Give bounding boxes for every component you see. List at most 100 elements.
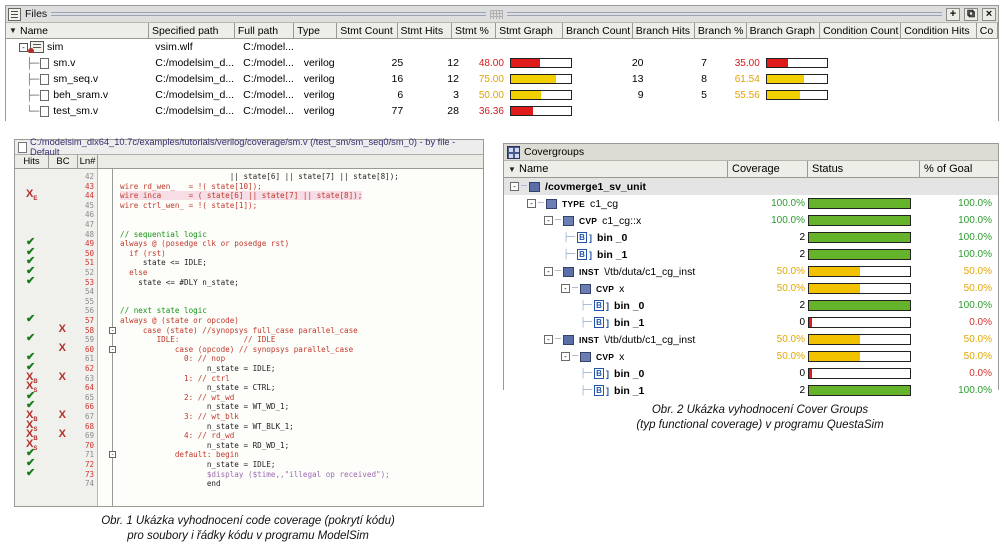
covergroup-row[interactable]: - ─ CVP c1_cg::x 100.0% 100.0% bbox=[504, 212, 998, 229]
files-column-type[interactable]: Type bbox=[294, 23, 338, 38]
code-fold-toggle[interactable]: - bbox=[109, 326, 116, 334]
code-fold-toggle[interactable]: - bbox=[109, 345, 116, 353]
table-row[interactable]: - sim vsim.wlf C:/model... bbox=[6, 39, 998, 55]
expand-collapse-toggle[interactable]: - bbox=[510, 182, 519, 191]
stmt-hits-cell: 3 bbox=[453, 89, 459, 101]
files-window: Files + ⧉ × ▼ Name Specified path Full path… bbox=[5, 5, 999, 121]
expand-collapse-toggle[interactable]: - bbox=[527, 199, 536, 208]
files-column-branch-graph[interactable]: Branch Graph bbox=[747, 23, 821, 38]
line-number: 71 bbox=[84, 450, 95, 460]
sort-descending-icon[interactable]: ▼ bbox=[9, 26, 20, 35]
file-icon bbox=[40, 73, 50, 85]
covergroup-name-cell[interactable]: ├─ B] bin _1 bbox=[504, 385, 728, 397]
covergroup-row[interactable]: ├─ B] bin _1 0 0.0% bbox=[504, 314, 998, 331]
specified-path-cell: C:/modelsim_d... bbox=[155, 105, 235, 117]
covergroup-name-cell[interactable]: - ─ INST \/tb/duta/c1_cg_inst bbox=[504, 266, 728, 278]
table-row[interactable]: └─ test_sm.v C:/modelsim_d... C:/model... ve… bbox=[6, 103, 998, 119]
close-button[interactable]: × bbox=[982, 7, 997, 21]
caption-figure-2-line-2: (typ functional coverage) v programu Que… bbox=[636, 419, 884, 431]
source-code-area[interactable]: || state[6] || state[7] || state[8]); wir… bbox=[98, 169, 483, 506]
progress-bar bbox=[509, 74, 572, 84]
covergroup-name-cell[interactable]: - ─ CVP x bbox=[504, 351, 728, 363]
covergroup-row[interactable]: - ─ TYPE c1_cg 100.0% 100.0% bbox=[504, 195, 998, 212]
column-bc[interactable]: BC bbox=[49, 155, 78, 168]
file-name-cell[interactable]: ├─ sm.v bbox=[6, 57, 152, 70]
covergroup-row[interactable]: - ─ CVP x 50.0% 50.0% bbox=[504, 280, 998, 297]
statement-covered-check-icon: ✔ bbox=[26, 313, 36, 325]
covergroup-name-cell[interactable]: ├─ B] bin _0 bbox=[504, 368, 728, 380]
column-status[interactable]: Status bbox=[808, 161, 920, 177]
covergroup-row[interactable]: ├─ B] bin _1 2 100.0% bbox=[504, 246, 998, 263]
files-column-stmt-hits[interactable]: Stmt Hits bbox=[398, 23, 453, 38]
expand-collapse-toggle[interactable]: - bbox=[561, 352, 570, 361]
undock-button[interactable]: ⧉ bbox=[964, 7, 979, 21]
table-row[interactable]: ├─ beh_sram.v C:/modelsim_d... C:/model... v… bbox=[6, 87, 998, 103]
covergroup-name-cell[interactable]: - ─ CVP x bbox=[504, 283, 728, 295]
file-name-cell[interactable]: └─ test_sm.v bbox=[6, 105, 152, 118]
status-bar bbox=[808, 266, 911, 277]
files-column-condition-count[interactable]: Condition Count bbox=[820, 23, 902, 38]
files-column-branch-count[interactable]: Branch Count bbox=[563, 23, 633, 38]
titlebar-grip[interactable] bbox=[490, 9, 504, 19]
table-row[interactable]: ├─ sm.v C:/modelsim_d... C:/model... verilog… bbox=[6, 55, 998, 71]
tree-connector-line: ─ bbox=[572, 351, 579, 362]
covergroup-name-cell[interactable]: - ─ INST \/tb/dutb/c1_cg_inst bbox=[504, 334, 728, 346]
type-cell: verilog bbox=[303, 105, 335, 117]
bin-icon: B bbox=[594, 368, 605, 379]
files-column-specified-path[interactable]: Specified path bbox=[149, 23, 235, 38]
covergroup-kind-prefix: TYPE bbox=[562, 198, 586, 209]
branch-percent-cell: 55.56 bbox=[734, 89, 760, 101]
column-name[interactable]: ▼ Name bbox=[504, 161, 728, 177]
files-column-stmt-graph[interactable]: Stmt Graph bbox=[496, 23, 563, 38]
expand-collapse-toggle[interactable]: - bbox=[561, 284, 570, 293]
files-column-branch-[interactable]: Branch % bbox=[695, 23, 747, 38]
full-path-cell: C:/model... bbox=[243, 105, 294, 117]
covergroup-name-cell[interactable]: ├─ B] bin _1 bbox=[504, 249, 728, 261]
files-column-stmt-count[interactable]: Stmt Count bbox=[337, 23, 398, 38]
file-name-label: beh_sram.v bbox=[53, 89, 109, 101]
files-column-full-path[interactable]: Full path bbox=[235, 23, 295, 38]
sort-descending-icon[interactable]: ▼ bbox=[508, 165, 519, 174]
covergroup-row[interactable]: ├─ B] bin _1 2 100.0% bbox=[504, 382, 998, 399]
files-column-name[interactable]: ▼ Name bbox=[6, 23, 149, 38]
add-button[interactable]: + bbox=[946, 7, 961, 21]
line-number: 60 bbox=[84, 344, 95, 354]
covergroup-row[interactable]: - ─ INST \/tb/dutb/c1_cg_inst 50.0% 50.0% bbox=[504, 331, 998, 348]
column-percent-of-goal[interactable]: % of Goal bbox=[920, 161, 998, 177]
covergroup-name-cell[interactable]: - ─ TYPE c1_cg bbox=[504, 198, 728, 210]
files-column-stmt-[interactable]: Stmt % bbox=[452, 23, 497, 38]
file-name-cell[interactable]: ├─ sm_seq.v bbox=[6, 73, 152, 86]
stmt-hits-cell: 28 bbox=[447, 105, 459, 117]
files-column-condition-hits[interactable]: Condition Hits bbox=[901, 23, 977, 38]
covergroup-row[interactable]: ├─ B] bin _0 2 100.0% bbox=[504, 297, 998, 314]
column-hits[interactable]: Hits bbox=[15, 155, 49, 168]
expand-collapse-toggle[interactable]: - bbox=[19, 42, 28, 52]
covergroups-window: Covergroups ▼ Name Coverage Status % of … bbox=[503, 143, 999, 399]
covergroup-name-cell[interactable]: - ─ CVP c1_cg::x bbox=[504, 215, 728, 227]
expand-collapse-toggle[interactable]: - bbox=[544, 335, 553, 344]
covergroup-row[interactable]: - ─ CVP x 50.0% 50.0% bbox=[504, 348, 998, 365]
covergroup-name-cell[interactable]: ├─ B] bin _1 bbox=[504, 317, 728, 329]
files-column-branch-hits[interactable]: Branch Hits bbox=[633, 23, 695, 38]
files-column-co[interactable]: Co bbox=[977, 23, 998, 38]
code-fold-toggle[interactable]: - bbox=[109, 451, 116, 459]
table-row[interactable]: ├─ sm_seq.v C:/modelsim_d... C:/model... ver… bbox=[6, 71, 998, 87]
titlebar-rule-2 bbox=[507, 11, 942, 18]
covergroup-row[interactable]: ├─ B] bin _0 2 100.0% bbox=[504, 229, 998, 246]
covergroup-name-cell[interactable]: ├─ B] bin _0 bbox=[504, 300, 728, 312]
file-name-cell[interactable]: ├─ beh_sram.v bbox=[6, 89, 152, 102]
file-name-cell[interactable]: - sim bbox=[6, 41, 152, 53]
expand-collapse-toggle[interactable]: - bbox=[544, 267, 553, 276]
line-number: 49 bbox=[84, 239, 95, 249]
expand-collapse-toggle[interactable]: - bbox=[544, 216, 553, 225]
covergroup-row[interactable]: - ─ /covmerge1_sv_unit bbox=[504, 178, 998, 195]
column-coverage[interactable]: Coverage bbox=[728, 161, 808, 177]
bin-icon-bracket: ] bbox=[606, 317, 610, 328]
covergroup-name-cell[interactable]: - ─ /covmerge1_sv_unit bbox=[504, 181, 728, 193]
full-path-cell: C:/model... bbox=[243, 41, 294, 53]
percent-of-goal-value: 50.0% bbox=[963, 283, 992, 294]
covergroup-row[interactable]: ├─ B] bin _0 0 0.0% bbox=[504, 365, 998, 382]
covergroup-row[interactable]: - ─ INST \/tb/duta/c1_cg_inst 50.0% 50.0% bbox=[504, 263, 998, 280]
column-linenumber[interactable]: Ln# bbox=[78, 155, 98, 168]
covergroup-name-cell[interactable]: ├─ B] bin _0 bbox=[504, 232, 728, 244]
